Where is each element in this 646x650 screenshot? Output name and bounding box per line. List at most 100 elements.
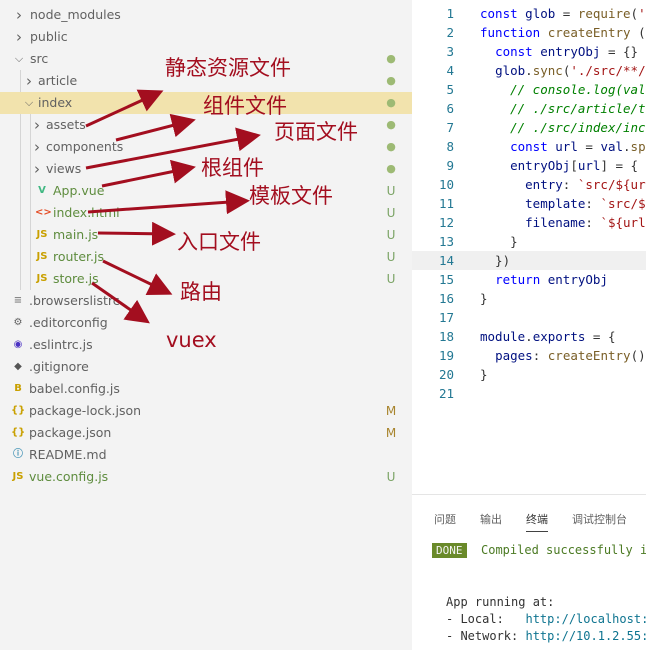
code-line: 20} — [412, 365, 646, 384]
annotation-label: 静态资源文件 — [165, 56, 291, 80]
chevron-right-icon[interactable]: › — [32, 136, 42, 158]
annotation-label: 模板文件 — [249, 184, 333, 208]
tab-output[interactable]: 输出 — [480, 511, 502, 527]
git-status-badge: U — [386, 184, 396, 198]
code-text: } — [480, 367, 488, 382]
code-text: template: `src/$ — [525, 196, 646, 211]
code-text: // ./src/index/inc — [510, 120, 646, 135]
tree-file-vue-config-js[interactable]: JS vue.config.js U — [0, 466, 412, 488]
tree-file--gitignore[interactable]: ◆ .gitignore — [0, 356, 412, 378]
tree-folder-public[interactable]: › public — [0, 26, 412, 48]
line-number: 21 — [438, 386, 454, 401]
tree-file-package-lock-json[interactable]: {} package-lock.json M — [0, 400, 412, 422]
chevron-right-icon[interactable]: › — [14, 26, 24, 48]
line-number: 12 — [438, 215, 454, 230]
tree-item-label: README.md — [29, 447, 107, 462]
tree-item-label: public — [30, 29, 68, 44]
code-line: 1 const glob = require('g — [412, 4, 646, 23]
code-line: 11 template: `src/$ — [412, 194, 646, 213]
line-number: 15 — [438, 272, 454, 287]
tree-item-label: .browserslistrc — [29, 293, 120, 308]
annotation-label: 根组件 — [201, 156, 264, 180]
lines-icon: ≡ — [13, 295, 23, 306]
code-line: 19 pages: createEntry() — [412, 346, 646, 365]
code-line: 4 glob.sync('./src/**/ — [412, 61, 646, 80]
json-icon: {} — [11, 405, 26, 416]
tab-terminal[interactable]: 终端 — [526, 511, 548, 532]
line-number: 2 — [446, 25, 454, 40]
compile-status: Compiled successfully in — [481, 543, 646, 557]
tree-folder-node-modules[interactable]: › node_modules — [0, 4, 412, 26]
changes-dot-icon: ● — [386, 96, 396, 109]
code-line: 9 entryObj[url] = { — [412, 156, 646, 175]
git-status-badge: U — [386, 228, 396, 242]
chevron-down-icon[interactable]: ⌵ — [14, 48, 24, 70]
annotation-label: 路由 — [180, 280, 222, 304]
tab-problems[interactable]: 问题 — [434, 511, 456, 527]
chevron-down-icon[interactable]: ⌵ — [24, 92, 34, 114]
tree-item-label: node_modules — [30, 7, 121, 22]
eslint-icon: ◉ — [13, 339, 23, 350]
chevron-right-icon[interactable]: › — [24, 70, 34, 92]
code-text: entry: `src/${ur — [525, 177, 646, 192]
code-line: 10 entry: `src/${ur — [412, 175, 646, 194]
code-text: // ./src/article/t — [510, 101, 646, 116]
line-number: 20 — [438, 367, 454, 382]
chevron-right-icon[interactable]: › — [14, 4, 24, 26]
tree-item-label: views — [46, 161, 82, 176]
network-url-link[interactable]: http://10.1.2.55:8 — [525, 629, 646, 643]
line-number: 5 — [446, 82, 454, 97]
tree-file-app-vue[interactable]: V App.vue U — [0, 180, 412, 202]
annotation-label: vuex — [166, 328, 217, 352]
code-text: const glob = require('g — [480, 6, 646, 21]
line-number: 7 — [446, 120, 454, 135]
code-text: }) — [480, 253, 511, 268]
tree-item-label: .editorconfig — [29, 315, 108, 330]
tab-debug-console[interactable]: 调试控制台 — [572, 511, 627, 527]
code-line: 18 module.exports = { — [412, 327, 646, 346]
network-line: - Network: http://10.1.2.55:8 — [446, 629, 646, 643]
tree-item-label: index.html — [53, 205, 120, 220]
done-badge: DONE — [432, 543, 467, 558]
changes-dot-icon: ● — [386, 74, 396, 87]
code-line: 6 // ./src/article/t — [412, 99, 646, 118]
code-editor[interactable]: 1 const glob = require('g 2 function create… — [412, 0, 646, 494]
local-url-link[interactable]: http://localhost:8 — [525, 612, 646, 626]
tree-file-index-html[interactable]: <> index.html U — [0, 202, 412, 224]
local-label: - Local: — [446, 612, 526, 626]
tree-item-label: package.json — [29, 425, 112, 440]
code-line: 21 — [412, 384, 646, 403]
line-number: 14 — [438, 253, 454, 268]
tree-item-label: store.js — [53, 271, 99, 286]
code-line: 15 return entryObj — [412, 270, 646, 289]
chevron-right-icon[interactable]: › — [32, 114, 42, 136]
code-line: 12 filename: `${url — [412, 213, 646, 232]
code-text: const url = val.sp — [510, 139, 646, 154]
tree-file-readme-md[interactable]: ⓘ README.md — [0, 444, 412, 466]
line-number: 18 — [438, 329, 454, 344]
tree-item-label: index — [38, 95, 73, 110]
changes-dot-icon: ● — [386, 118, 396, 131]
file-explorer: › node_modules › public ⌵ src ● › article ● ⌵ index… — [0, 0, 412, 649]
git-status-badge: U — [386, 470, 396, 484]
git-status-badge: U — [386, 250, 396, 264]
line-number: 17 — [438, 310, 454, 325]
code-text: return entryObj — [495, 272, 608, 287]
app-running-label: App running at: — [446, 595, 555, 609]
tree-item-label: router.js — [53, 249, 104, 264]
line-number: 4 — [446, 63, 454, 78]
line-number: 1 — [446, 6, 454, 21]
git-status-badge: U — [386, 272, 396, 286]
changes-dot-icon: ● — [386, 52, 396, 65]
html-icon: <> — [35, 207, 52, 218]
tree-file-package-json[interactable]: {} package.json M — [0, 422, 412, 444]
code-text: glob.sync('./src/**/ — [495, 63, 646, 78]
code-text: entryObj[url] = { — [510, 158, 639, 173]
line-number: 10 — [438, 177, 454, 192]
changes-dot-icon: ● — [386, 140, 396, 153]
git-icon: ◆ — [14, 361, 22, 372]
tree-item-label: article — [38, 73, 78, 88]
line-number: 19 — [438, 348, 454, 363]
chevron-right-icon[interactable]: › — [32, 158, 42, 180]
tree-file-babel-config-js[interactable]: Bbabel.config.js — [0, 378, 412, 400]
